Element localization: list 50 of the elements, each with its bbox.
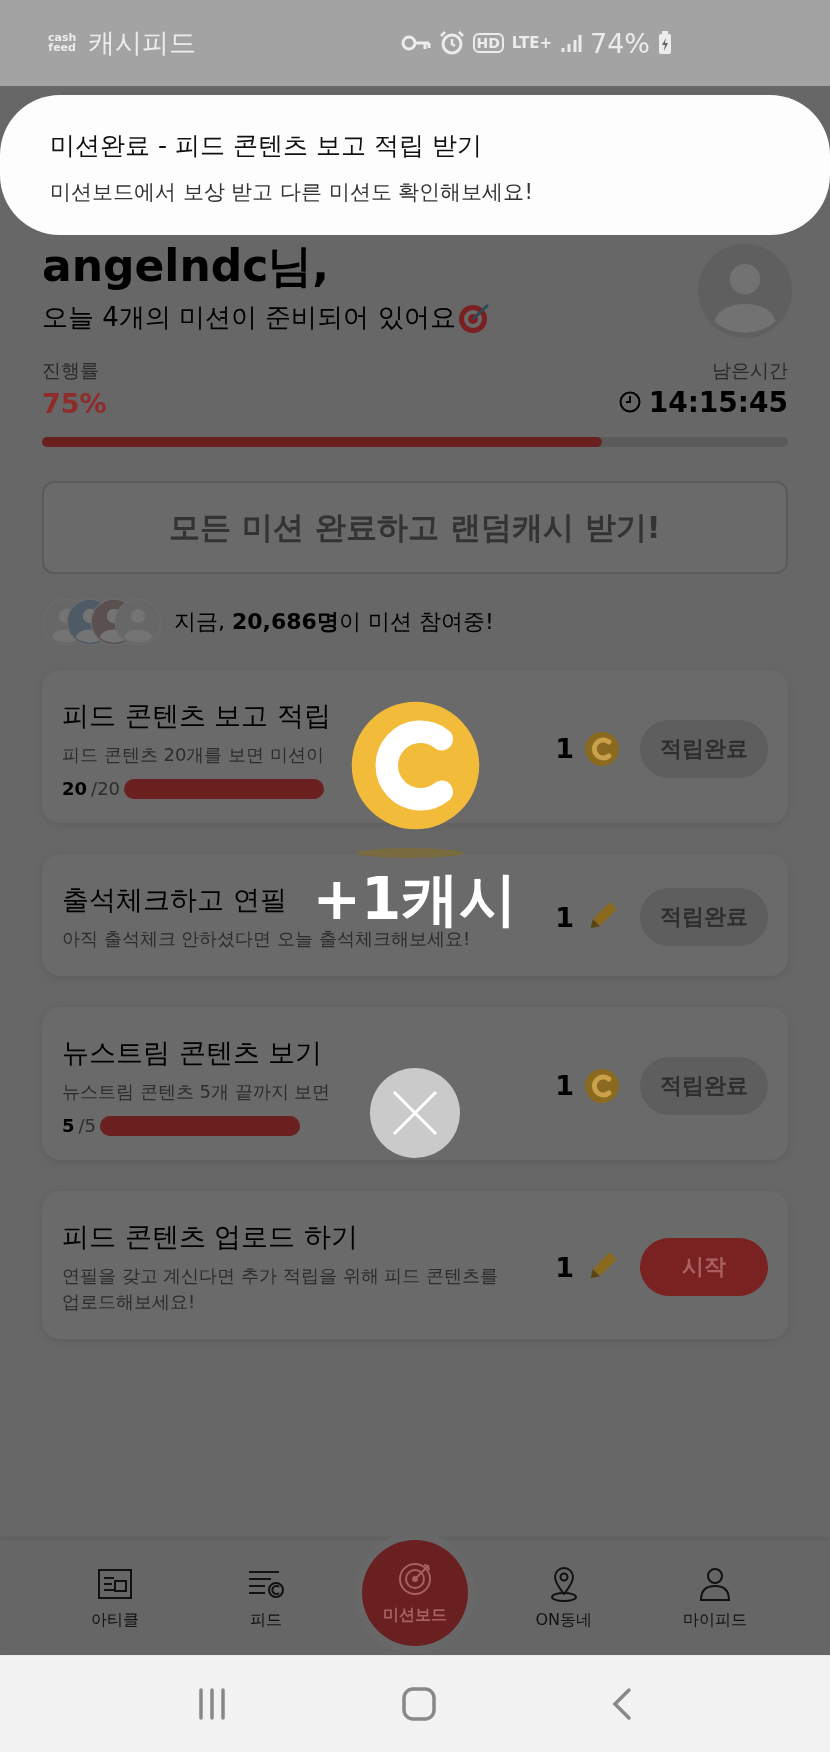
mission-description: 아직 출석체크 안하셨다면 오늘 출석체크해보세요! (62, 928, 471, 951)
nav-tab[interactable]: ON동네 (508, 1563, 619, 1632)
alarm-icon (438, 30, 465, 56)
progress-count: 20 (62, 778, 88, 799)
nav-tab[interactable]: 피드 (211, 1563, 322, 1632)
mission-description: 뉴스트림 콘텐츠 5개 끝까지 보면 (62, 1080, 332, 1104)
back-icon[interactable] (610, 1686, 633, 1721)
remaining-time: 14:15:45 (648, 386, 788, 419)
key-icon (400, 34, 431, 52)
mission-title: 출석체크하고 연필 (62, 883, 287, 917)
progress-count: 5 (62, 1115, 75, 1136)
reward-amount: 1 (555, 733, 574, 764)
app-logo: cash feed (48, 33, 77, 53)
progress-label: 진행률 (42, 358, 100, 383)
progress-total: /20 (91, 778, 121, 799)
mission-description: 피드 콘텐츠 20개를 보면 미션이 (62, 743, 325, 767)
home-icon[interactable] (402, 1686, 436, 1721)
recent-apps-icon[interactable] (197, 1687, 228, 1720)
mission-description: 연필을 갖고 계신다면 추가 적립을 위해 피드 콘텐츠를 업로드해보세요! (62, 1264, 500, 1314)
app-name: 캐시피드 (88, 26, 197, 60)
notification-body: 미션보드에서 보상 받고 다른 미션도 확인해보세요! (50, 179, 534, 206)
reward-amount: 1 (555, 1070, 574, 1101)
time-label: 남은시간 (712, 358, 788, 383)
greeting: angelndc님, (42, 239, 331, 293)
battery-percent: 74% (590, 27, 650, 59)
coin-icon (584, 730, 620, 767)
subtitle: 오늘 4개의 미션이 준비되어 있어요 (42, 301, 456, 334)
coin-icon (584, 1067, 620, 1104)
reward-popup-amount: +1캐시 (312, 870, 518, 928)
hd-indicator: HD (472, 33, 504, 53)
close-icon (392, 1090, 438, 1136)
network-indicator: LTE+ (511, 34, 552, 52)
progress-total: /5 (78, 1115, 97, 1136)
mission-title: 피드 콘텐츠 업로드 하기 (62, 1220, 358, 1254)
battery-icon (658, 31, 672, 55)
mission-title: 피드 콘텐츠 보고 적립 (62, 699, 331, 733)
signal-icon (560, 32, 582, 54)
nav-tab[interactable]: 마이피드 (659, 1563, 770, 1632)
clock-icon (618, 390, 641, 413)
nav-tab[interactable]: 아티클 (60, 1563, 171, 1632)
avatar-icon (114, 598, 162, 646)
target-icon (457, 301, 492, 334)
participants-text: 지금, 20,686명이 미션 참여중! (174, 608, 494, 636)
mission-title: 뉴스트림 콘텐츠 보기 (62, 1036, 323, 1070)
start-button[interactable]: 시작 (640, 1238, 768, 1296)
progress-percent: 75% (42, 388, 107, 419)
notification-card[interactable]: 미션완료 - 피드 콘텐츠 보고 적립 받기 미션보드에서 보상 받고 다른 미션도 확인해보세요! (0, 95, 830, 235)
reward-amount: 1 (555, 1251, 574, 1283)
reward-amount: 1 (555, 901, 574, 933)
notification-title: 미션완료 - 피드 콘텐츠 보고 적립 받기 (50, 130, 483, 162)
